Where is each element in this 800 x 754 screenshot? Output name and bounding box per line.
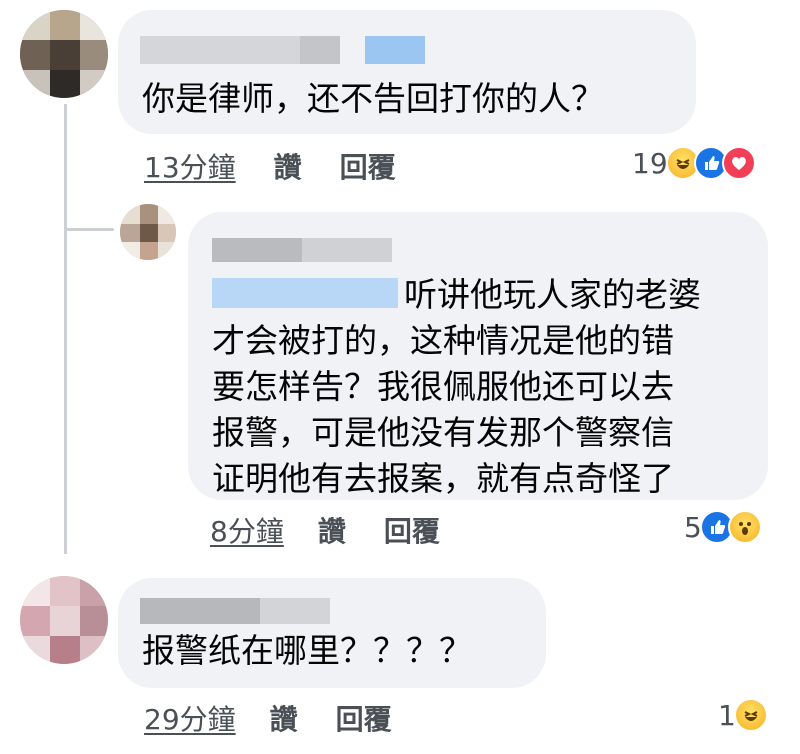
- reaction-summary[interactable]: 5: [684, 510, 762, 544]
- comment-actions: 8分鐘 讚 回覆: [210, 510, 440, 550]
- avatar[interactable]: [20, 10, 108, 98]
- reply-connector: [64, 228, 114, 231]
- avatar[interactable]: [120, 204, 176, 260]
- reply-bubble: 听讲他玩人家的老婆 才会被打的，这种情况是他的错 要怎样告？我很佩服他还可以去 …: [188, 212, 768, 500]
- comment-text: 报警纸在哪里？？？？: [142, 631, 472, 670]
- reaction-count: 19: [632, 146, 668, 180]
- comment-text-line: 报警，可是他没有发那个警察信: [212, 413, 674, 452]
- avatar[interactable]: [20, 576, 108, 664]
- comment-text: 你是律师，还不告回打你的人？: [142, 79, 604, 118]
- reaction-summary[interactable]: 19: [632, 146, 756, 180]
- haha-icon: [733, 698, 768, 732]
- like-button[interactable]: 讚: [270, 698, 298, 738]
- wow-icon: [727, 510, 762, 544]
- comment-actions: 29分鐘 讚 回覆: [144, 698, 392, 738]
- timestamp-link[interactable]: 29分鐘: [144, 698, 236, 738]
- reply-button[interactable]: 回覆: [384, 510, 440, 550]
- reply-button[interactable]: 回覆: [340, 146, 396, 186]
- timestamp-link[interactable]: 8分鐘: [210, 510, 284, 550]
- thread-line: [64, 104, 67, 554]
- comment-text-line: 听讲他玩人家的老婆: [404, 275, 701, 314]
- reply-button[interactable]: 回覆: [336, 698, 392, 738]
- comment-actions: 13分鐘 讚 回覆: [144, 146, 396, 186]
- timestamp-link[interactable]: 13分鐘: [144, 146, 236, 186]
- comment-bubble: 报警纸在哪里？？？？: [118, 578, 546, 688]
- reaction-summary[interactable]: 1: [718, 698, 768, 732]
- like-button[interactable]: 讚: [274, 146, 302, 186]
- comment-text-line: 要怎样告？我很佩服他还可以去: [212, 367, 674, 406]
- comment-text-line: 才会被打的，这种情况是他的错: [212, 321, 674, 360]
- author-name[interactable]: [212, 238, 392, 262]
- mention-tag[interactable]: [212, 278, 398, 308]
- love-icon: [721, 146, 756, 180]
- like-button[interactable]: 讚: [318, 510, 346, 550]
- author-name[interactable]: [140, 36, 425, 64]
- comment-text-line: 证明他有去报案，就有点奇怪了: [212, 459, 674, 498]
- comment-bubble: 你是律师，还不告回打你的人？: [118, 10, 696, 134]
- author-name[interactable]: [140, 598, 330, 624]
